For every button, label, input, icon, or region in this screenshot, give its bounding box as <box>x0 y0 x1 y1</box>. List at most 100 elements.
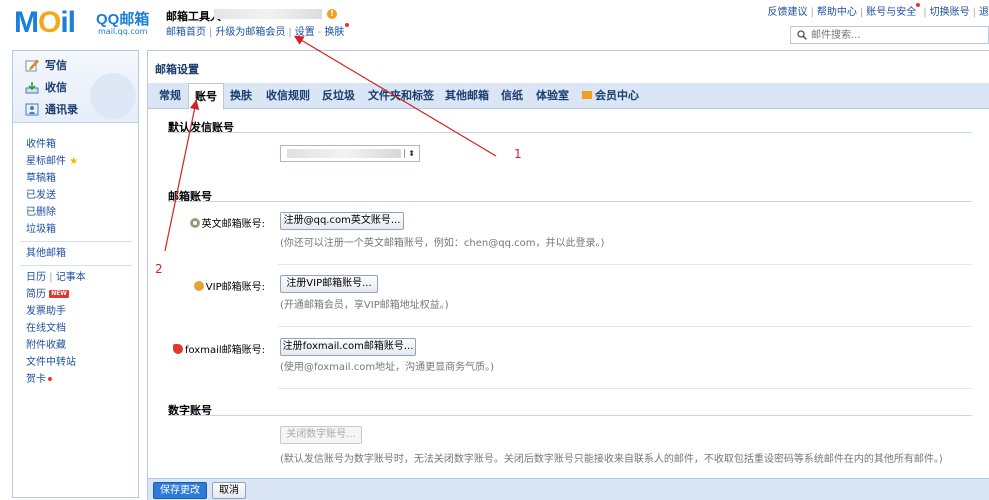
tab-account[interactable]: 账号 <box>188 83 224 110</box>
tab-general[interactable]: 常规 <box>159 83 181 109</box>
link-logout[interactable]: 退 <box>979 7 989 18</box>
digital-account-hint: (默认发信账号为数字账号时，无法关闭数字账号。关闭后数字账号只能接收来自联系人的… <box>280 450 943 465</box>
tool-invoice-helper[interactable]: 发票助手 <box>26 303 136 320</box>
tool-file-transfer[interactable]: 文件中转站 <box>26 354 136 371</box>
english-account-label-text: 英文邮箱账号: <box>202 219 265 230</box>
folder-inbox[interactable]: 收件箱 <box>26 136 136 153</box>
notification-dot <box>916 3 920 7</box>
tab-lab[interactable]: 体验室 <box>536 83 569 109</box>
qq-globe-icon <box>190 218 200 228</box>
link-upgrade-member[interactable]: 升级为邮箱会员 <box>215 27 285 38</box>
tab-stationery[interactable]: 信纸 <box>501 83 523 109</box>
settings-footer: 保存更改 取消 <box>148 478 989 500</box>
quick-actions: 写信 收信 通讯录 <box>13 51 138 123</box>
folder-starred[interactable]: 星标邮件 ★ <box>26 153 136 170</box>
folder-list: 收件箱 星标邮件 ★ 草稿箱 已发送 已删除 垃圾箱 其他邮箱 日历 | 记事本… <box>26 136 136 388</box>
contacts-icon <box>25 103 39 116</box>
logo-mail-text: MOil <box>14 6 75 40</box>
row-divider <box>278 264 972 265</box>
link-switch-account[interactable]: 切换账号 <box>930 7 970 18</box>
calendar-link[interactable]: 日历 <box>26 272 46 283</box>
vip-account-label: VIP邮箱账号: <box>194 278 265 293</box>
close-digital-account-button[interactable]: 关闭数字账号... <box>280 426 362 444</box>
redacted-email <box>214 9 322 19</box>
warning-icon[interactable]: ! <box>327 9 337 19</box>
contacts-label: 通讯录 <box>45 103 78 116</box>
vip-icon <box>582 91 592 99</box>
qq-penguin-decoration <box>90 73 136 119</box>
tab-receive-rules[interactable]: 收信规则 <box>266 83 310 109</box>
divider <box>20 265 132 266</box>
link-mail-home[interactable]: 邮箱首页 <box>166 27 206 38</box>
folder-deleted[interactable]: 已删除 <box>26 204 136 221</box>
link-skin[interactable]: 换肤 <box>324 27 344 38</box>
receive-label: 收信 <box>45 81 67 94</box>
folder-starred-label: 星标邮件 <box>26 156 66 167</box>
register-foxmail-account-button[interactable]: 注册foxmail.com邮箱账号... <box>280 338 416 356</box>
vip-medal-icon <box>194 281 204 291</box>
select-separator <box>404 149 405 158</box>
save-changes-button[interactable]: 保存更改 <box>153 482 207 499</box>
mail-search-box[interactable] <box>790 26 989 44</box>
default-account-select[interactable]: ⬍ <box>280 145 420 162</box>
tab-skin[interactable]: 换肤 <box>230 83 252 109</box>
foxmail-account-label: foxmail邮箱账号: <box>173 341 265 356</box>
foxmail-icon <box>173 344 183 354</box>
receive-button[interactable]: 收信 <box>25 79 67 97</box>
search-input[interactable] <box>811 28 981 42</box>
logo-qq-text: QQ邮箱 <box>96 8 149 29</box>
tool-attachment-favorites[interactable]: 附件收藏 <box>26 337 136 354</box>
link-settings[interactable]: 设置 <box>295 27 315 38</box>
tab-member-center-label: 会员中心 <box>595 89 639 102</box>
compose-label: 写信 <box>45 59 67 72</box>
page-title: 邮箱设置 <box>155 61 199 77</box>
inbox-download-icon <box>25 81 39 94</box>
register-vip-account-button[interactable]: 注册VIP邮箱账号... <box>280 275 378 293</box>
compose-button[interactable]: 写信 <box>25 57 67 75</box>
english-account-label: 英文邮箱账号: <box>190 215 265 230</box>
link-help-center[interactable]: 帮助中心 <box>817 7 857 18</box>
link-account-security[interactable]: 账号与安全 <box>866 7 916 18</box>
tool-resume[interactable]: 简历 NEW <box>26 286 136 303</box>
tool-online-docs[interactable]: 在线文档 <box>26 320 136 337</box>
redacted-account <box>287 149 401 158</box>
tool-greeting-card-label: 贺卡 <box>26 374 46 385</box>
tab-other-mailbox[interactable]: 其他邮箱 <box>445 83 489 109</box>
top-header: MOil QQ邮箱 mail.qq.com 邮箱工具人· ! 邮箱首页|升级为邮… <box>0 0 989 48</box>
divider <box>20 241 132 242</box>
left-sidebar: 写信 收信 通讯录 收件箱 星标邮件 ★ 草稿箱 已发送 已删除 垃圾箱 其他邮… <box>12 50 139 498</box>
other-mailbox-link[interactable]: 其他邮箱 <box>26 245 136 262</box>
section-divider <box>168 201 972 202</box>
top-right-links: 反馈建议|帮助中心|账号与安全|切换账号|退 <box>768 3 989 18</box>
folder-spam[interactable]: 垃圾箱 <box>26 221 136 238</box>
notification-dot <box>345 23 349 27</box>
account-settings-content: 默认发信账号 ⬍ 邮箱账号 英文邮箱账号: 注册@qq.com英文账号... (… <box>148 110 989 470</box>
new-badge: NEW <box>49 290 69 298</box>
tool-greeting-card[interactable]: 贺卡 <box>26 371 136 388</box>
section-divider <box>168 132 972 133</box>
contacts-button[interactable]: 通讯录 <box>25 101 78 119</box>
settings-tabs: 常规 账号 换肤 收信规则 反垃圾 文件夹和标签 其他邮箱 信纸 体验室 会员中… <box>148 83 989 109</box>
calendar-notes-row: 日历 | 记事本 <box>26 269 136 286</box>
link-feedback[interactable]: 反馈建议 <box>768 7 808 18</box>
settings-header: 邮箱设置 <box>148 51 989 83</box>
row-divider <box>278 388 972 389</box>
user-links: 邮箱首页|升级为邮箱会员|设置-换肤 <box>166 23 349 38</box>
vip-account-hint: (开通邮箱会员，享VIP邮箱地址权益。) <box>280 296 449 311</box>
settings-panel: 邮箱设置 常规 账号 换肤 收信规则 反垃圾 文件夹和标签 其他邮箱 信纸 体验… <box>147 50 989 500</box>
tool-resume-label: 简历 <box>26 289 46 300</box>
search-icon <box>797 30 807 40</box>
notification-dot <box>48 377 52 381</box>
foxmail-account-label-text: foxmail邮箱账号: <box>185 345 265 356</box>
star-icon: ★ <box>69 156 78 167</box>
tab-anti-spam[interactable]: 反垃圾 <box>322 83 355 109</box>
english-account-hint: (你还可以注册一个英文邮箱账号，例如：chen@qq.com，并以此登录。) <box>280 234 604 249</box>
folder-sent[interactable]: 已发送 <box>26 187 136 204</box>
folder-drafts[interactable]: 草稿箱 <box>26 170 136 187</box>
tab-member-center[interactable]: 会员中心 <box>582 83 639 109</box>
notes-link[interactable]: 记事本 <box>56 272 86 283</box>
register-english-account-button[interactable]: 注册@qq.com英文账号... <box>280 212 404 230</box>
section-divider <box>168 415 972 416</box>
tab-folders-labels[interactable]: 文件夹和标签 <box>368 83 434 109</box>
cancel-button[interactable]: 取消 <box>212 482 246 499</box>
